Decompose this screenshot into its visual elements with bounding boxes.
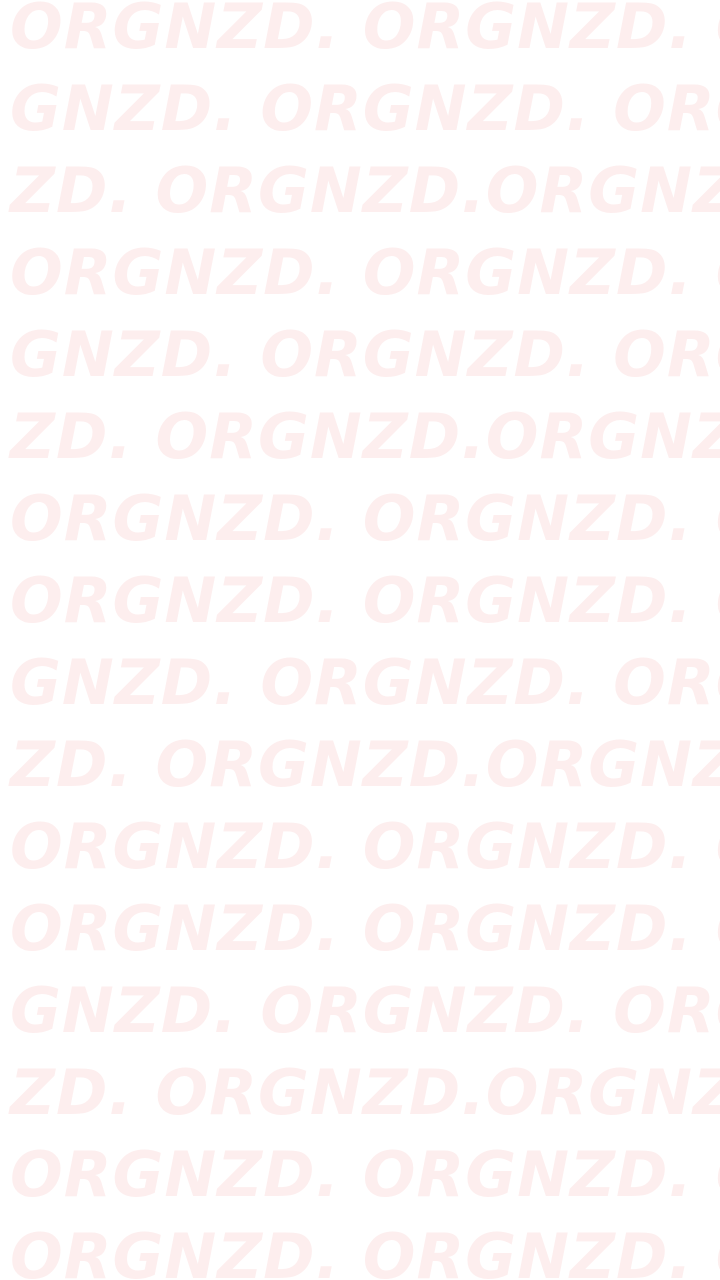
- pattern-row: GNZD. ORGNZD. ORGN: [10, 646, 720, 719]
- pattern-row: ZD. ORGNZD.ORGNZD.: [10, 728, 720, 801]
- pattern-row: ORGNZD. ORGNZD. OR: [10, 1220, 720, 1280]
- pattern-row: GNZD. ORGNZD. ORGN: [10, 318, 720, 391]
- pattern-row: ORGNZD. ORGNZD. OR: [10, 1138, 720, 1211]
- pattern-row: ZD. ORGNZD.ORGNZD.: [10, 154, 720, 227]
- pattern-row: ORGNZD. ORGNZD. OR: [10, 564, 720, 637]
- pattern-row: ZD. ORGNZD.ORGNZD.: [10, 1056, 720, 1129]
- pattern-row: ZD. ORGNZD.ORGNZD.: [10, 400, 720, 473]
- pattern-row: ORGNZD. ORGNZD. OR: [10, 810, 720, 883]
- wallpaper-pattern: ORGNZD. ORGNZD. OR GNZD. ORGNZD. ORGN ZD…: [0, 0, 720, 1280]
- pattern-row: ORGNZD. ORGNZD. OR: [10, 236, 720, 309]
- pattern-row: ORGNZD. ORGNZD. OR: [10, 0, 720, 63]
- pattern-row: ORGNZD. ORGNZD. OR: [10, 482, 720, 555]
- pattern-row: GNZD. ORGNZD. ORGN: [10, 974, 720, 1047]
- pattern-row: ORGNZD. ORGNZD. OR: [10, 892, 720, 965]
- pattern-row: GNZD. ORGNZD. ORGN: [10, 72, 720, 145]
